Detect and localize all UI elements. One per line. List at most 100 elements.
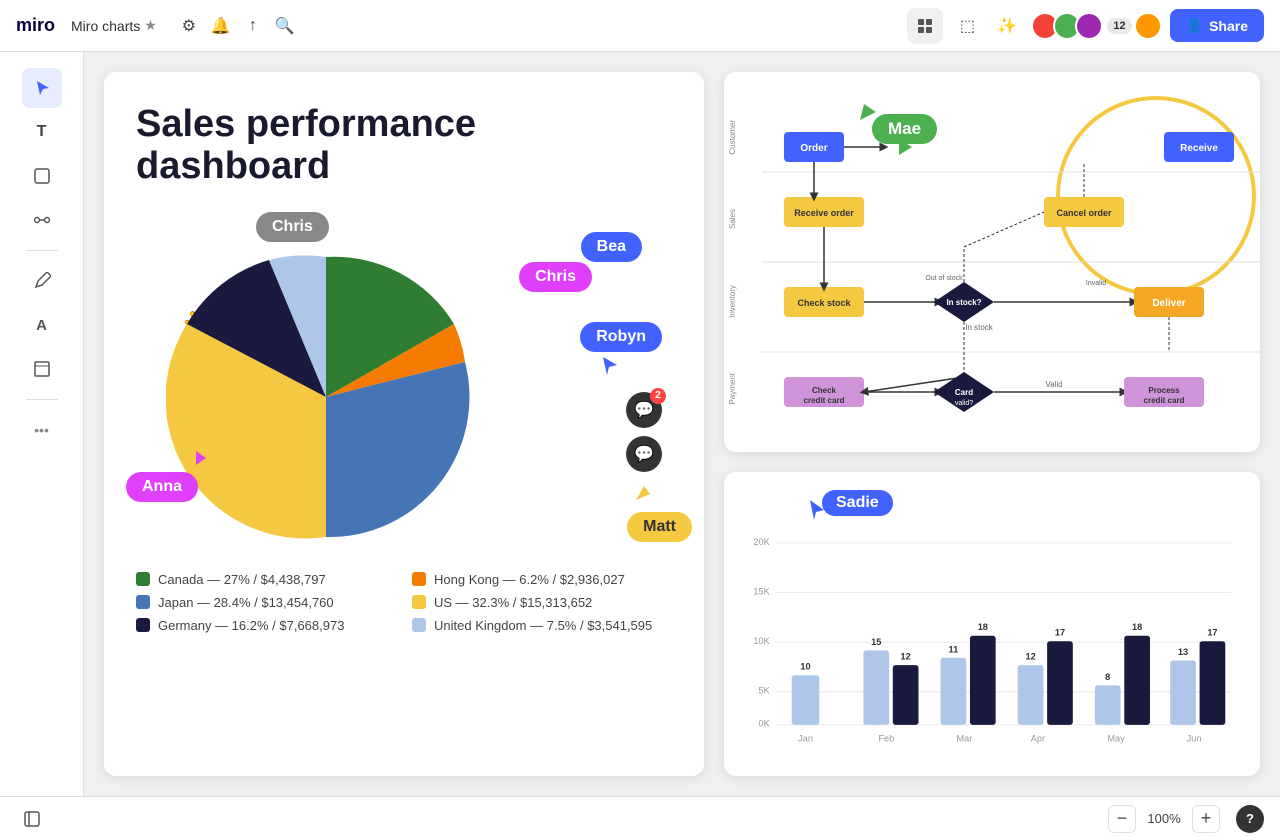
help-button[interactable]: ? [1236,805,1264,833]
svg-text:10K: 10K [753,636,770,646]
sidebar-tool-frame[interactable] [22,349,62,389]
anna-cursor [196,451,212,472]
svg-text:Receive order: Receive order [794,208,854,218]
sidebar-tool-pen[interactable] [22,261,62,301]
svg-text:20K: 20K [753,537,770,547]
zoom-out-button[interactable]: − [1108,805,1136,833]
select-icon[interactable]: ⬚ [951,10,983,42]
sidebar-divider [26,250,58,251]
sidebar: T A ••• [0,52,84,840]
svg-text:Card: Card [955,388,973,397]
collab-label-sadie: Sadie [822,490,893,516]
svg-text:8: 8 [1105,672,1110,682]
sidebar-tool-cursor[interactable] [22,68,62,108]
sidebar-tool-shapes[interactable]: A [22,305,62,345]
zoom-in-button[interactable]: + [1192,805,1220,833]
legend-dot-us [412,595,426,609]
svg-text:Jun: Jun [1187,733,1202,743]
svg-text:Apr: Apr [1031,733,1045,743]
row-label-customer: Customer [728,120,744,155]
bar-chart-card: Sadie 20K 15K 10K 5K 0K 10 [724,472,1260,776]
settings-icon[interactable]: ⚙ [173,10,205,42]
svg-text:Order: Order [800,143,827,154]
canvas[interactable]: Sales performance dashboard Chris Bea Ch… [84,52,1280,796]
svg-text:credit card: credit card [1144,396,1185,405]
share-icon: 👤 [1186,17,1203,34]
board-title: Miro charts [71,18,140,34]
collab-label-matt: Matt [627,512,692,542]
svg-text:17: 17 [1207,628,1217,638]
chat-bubble-1[interactable]: 💬 2 [626,392,662,428]
chart-legend: Canada — 27% / $4,438,797 Hong Kong — 6.… [136,572,672,633]
legend-dot-uk [412,618,426,632]
svg-text:May: May [1107,733,1125,743]
svg-text:18: 18 [978,622,988,632]
svg-text:credit card: credit card [804,396,845,405]
dashboard-title: Sales performance dashboard [136,104,672,188]
collab-label-bea: Bea [581,232,642,262]
svg-text:17: 17 [1055,628,1065,638]
sidebar-tool-sticky[interactable] [22,156,62,196]
svg-text:15: 15 [871,637,881,647]
pie-chart-svg [166,252,486,542]
upload-icon[interactable]: ↑ [237,10,269,42]
flowchart-card: Customer Sales Inventory Payment Mae [724,72,1260,452]
svg-text:18: 18 [1132,622,1142,632]
svg-text:Mar: Mar [957,733,973,743]
svg-text:valid?: valid? [955,400,973,407]
row-label-inventory: Inventory [728,285,744,318]
topbar: miro Miro charts ★ ⚙ 🔔 ↑ 🔍 ⬚ ✨ 12 👤 Shar… [0,0,1280,52]
svg-text:10: 10 [800,662,810,672]
flowchart-svg: Order Receive Receive order Cancel order [744,82,1260,442]
collab-label-robyn: Robyn [580,322,662,352]
legend-dot-hongkong [412,572,426,586]
svg-text:Receive: Receive [1180,143,1218,154]
legend-dot-germany [136,618,150,632]
svg-text:15K: 15K [753,586,770,596]
svg-text:12: 12 [1025,652,1035,662]
zoom-level: 100% [1144,811,1184,826]
svg-text:Feb: Feb [878,733,894,743]
magic-icon[interactable]: ✨ [991,10,1023,42]
svg-text:Process: Process [1148,386,1180,395]
chat-badge: 2 [650,388,666,404]
chat-bubble-2[interactable]: 💬 [626,436,662,472]
matt-cursor [636,486,652,507]
pie-chart-area: Chris Bea Chris Robyn 👋 [136,212,672,552]
legend-uk: United Kingdom — 7.5% / $3,541,595 [412,618,672,633]
svg-text:5K: 5K [758,686,770,696]
legend-dot-japan [136,595,150,609]
sidebar-tool-connector[interactable] [22,200,62,240]
legend-canada: Canada — 27% / $4,438,797 [136,572,396,587]
legend-label-us: US — 32.3% / $15,313,652 [434,595,592,610]
legend-label-hongkong: Hong Kong — 6.2% / $2,936,027 [434,572,625,587]
svg-text:In stock?: In stock? [946,298,981,307]
share-button[interactable]: 👤 Share [1170,9,1264,42]
current-user-avatar [1134,12,1162,40]
sidebar-tool-text[interactable]: T [22,112,62,152]
svg-text:Valid: Valid [1045,380,1062,389]
legend-label-uk: United Kingdom — 7.5% / $3,541,595 [434,618,652,633]
search-icon[interactable]: 🔍 [269,10,301,42]
row-label-sales: Sales [728,209,744,229]
legend-us: US — 32.3% / $15,313,652 [412,595,672,610]
sales-dashboard-card: Sales performance dashboard Chris Bea Ch… [104,72,704,776]
svg-text:Out of stock: Out of stock [925,275,963,282]
star-icon[interactable]: ★ [144,17,157,34]
avatar-count: 12 [1107,18,1131,34]
svg-text:Invalid: Invalid [1086,280,1106,287]
app-logo: miro [16,15,55,36]
panel-toggle-button[interactable] [16,803,48,835]
topbar-right: ⬚ ✨ 12 👤 Share [907,8,1264,44]
svg-text:12: 12 [901,652,911,662]
svg-text:Deliver: Deliver [1152,298,1185,309]
bell-icon[interactable]: 🔔 [205,10,237,42]
row-label-payment: Payment [728,373,744,405]
grid-view-button[interactable] [907,8,943,44]
legend-dot-canada [136,572,150,586]
sidebar-tool-more[interactable]: ••• [22,410,62,450]
sidebar-divider-2 [26,399,58,400]
legend-hongkong: Hong Kong — 6.2% / $2,936,027 [412,572,672,587]
bar-chart-svg: 20K 15K 10K 5K 0K 10 15 12 [744,512,1240,776]
share-label: Share [1209,18,1248,34]
